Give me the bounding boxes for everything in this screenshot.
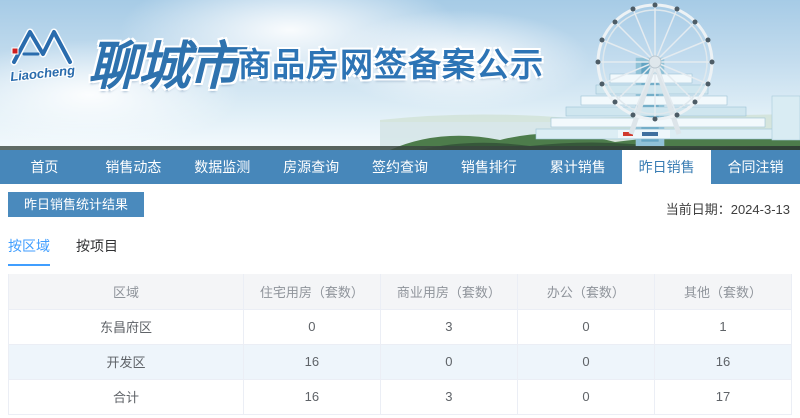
value-cell: 0 bbox=[517, 379, 654, 414]
view-tabs: 按区域按项目 bbox=[0, 220, 800, 266]
nav-contract-cancel[interactable]: 合同注销 bbox=[711, 150, 800, 184]
nav-sales-activity[interactable]: 销售动态 bbox=[89, 150, 178, 184]
value-cell: 16 bbox=[243, 344, 380, 379]
section-title-badge: 昨日销售统计结果 bbox=[8, 192, 144, 217]
region-cell: 开发区 bbox=[9, 344, 244, 379]
nav-contract-search[interactable]: 签约查询 bbox=[356, 150, 445, 184]
column-header: 其他（套数） bbox=[654, 274, 791, 309]
column-header: 办公（套数） bbox=[517, 274, 654, 309]
column-header: 商业用房（套数） bbox=[380, 274, 517, 309]
table-row: 东昌府区0301 bbox=[9, 309, 792, 344]
value-cell: 16 bbox=[243, 379, 380, 414]
nav-yesterday-sales[interactable]: 昨日销售 bbox=[622, 150, 711, 184]
site-title-group: 聊城市商品房网签备案公示 bbox=[88, 24, 544, 99]
region-cell: 东昌府区 bbox=[9, 309, 244, 344]
value-cell: 0 bbox=[243, 309, 380, 344]
table-row: 开发区160016 bbox=[9, 344, 792, 379]
site-header: Liaocheng 聊城市商品房网签备案公示 bbox=[0, 0, 800, 150]
value-cell: 0 bbox=[517, 309, 654, 344]
column-header: 区域 bbox=[9, 274, 244, 309]
table-row: 合计163017 bbox=[9, 379, 792, 414]
value-cell: 3 bbox=[380, 379, 517, 414]
section-header: 昨日销售统计结果 当前日期：2024-3-13 bbox=[0, 184, 800, 220]
mountain-logo-icon bbox=[10, 24, 74, 66]
column-header: 住宅用房（套数） bbox=[243, 274, 380, 309]
city-name-calligraphy: 聊城市 bbox=[88, 38, 238, 96]
table-header-row: 区域住宅用房（套数）商业用房（套数）办公（套数）其他（套数） bbox=[9, 274, 792, 309]
value-cell: 3 bbox=[380, 309, 517, 344]
tab-by-project[interactable]: 按项目 bbox=[76, 236, 118, 266]
nav-home[interactable]: 首页 bbox=[0, 150, 89, 184]
value-cell: 1 bbox=[654, 309, 791, 344]
page-title: 商品房网签备案公示 bbox=[238, 46, 544, 83]
region-cell: 合计 bbox=[9, 379, 244, 414]
site-logo: Liaocheng bbox=[10, 24, 90, 80]
tab-by-region[interactable]: 按区域 bbox=[8, 236, 50, 266]
value-cell: 16 bbox=[654, 344, 791, 379]
nav-sales-ranking[interactable]: 销售排行 bbox=[444, 150, 533, 184]
value-cell: 0 bbox=[380, 344, 517, 379]
nav-cumulative-sales[interactable]: 累计销售 bbox=[533, 150, 622, 184]
nav-listing-search[interactable]: 房源查询 bbox=[267, 150, 356, 184]
nav-data-monitor[interactable]: 数据监测 bbox=[178, 150, 267, 184]
current-date: 当前日期：2024-3-13 bbox=[666, 199, 790, 218]
main-navbar: 首页销售动态数据监测房源查询签约查询销售排行累计销售昨日销售合同注销 bbox=[0, 150, 800, 184]
value-cell: 0 bbox=[517, 344, 654, 379]
sales-statistics-table: 区域住宅用房（套数）商业用房（套数）办公（套数）其他（套数） 东昌府区0301开… bbox=[8, 274, 792, 415]
value-cell: 17 bbox=[654, 379, 791, 414]
